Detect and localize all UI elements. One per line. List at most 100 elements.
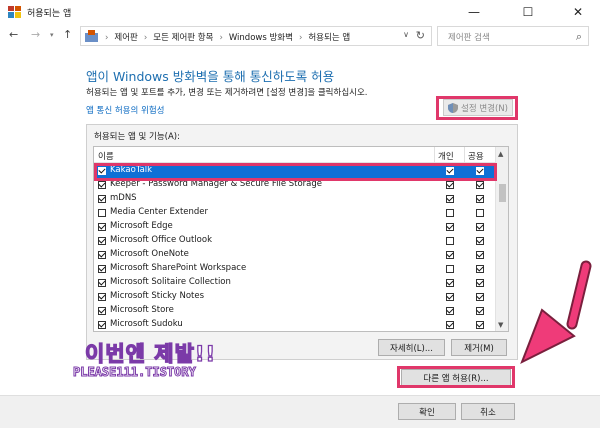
list-item[interactable]: Microsoft Sudoku bbox=[94, 318, 496, 331]
public-checkbox[interactable] bbox=[476, 307, 484, 315]
address-dropdown-icon[interactable]: ∨ bbox=[403, 30, 409, 39]
private-checkbox[interactable] bbox=[446, 181, 454, 189]
column-divider bbox=[464, 147, 465, 163]
pointer-arrow-icon bbox=[520, 260, 592, 365]
breadcrumb-separator: › bbox=[105, 33, 109, 43]
public-checkbox[interactable] bbox=[476, 237, 484, 245]
highlight-box bbox=[397, 366, 515, 388]
list-item[interactable]: Microsoft Store bbox=[94, 304, 496, 318]
column-divider bbox=[434, 147, 435, 163]
window-title: 허용되는 앱 bbox=[27, 9, 72, 19]
private-checkbox[interactable] bbox=[446, 307, 454, 315]
public-checkbox[interactable] bbox=[476, 251, 484, 259]
app-enabled-checkbox[interactable] bbox=[98, 265, 106, 273]
public-checkbox[interactable] bbox=[476, 293, 484, 301]
refresh-icon[interactable]: ↻ bbox=[416, 29, 425, 42]
minimize-button[interactable]: — bbox=[456, 0, 492, 24]
page-title: 앱이 Windows 방화벽을 통해 통신하도록 허용 bbox=[86, 69, 335, 84]
public-checkbox[interactable] bbox=[476, 223, 484, 231]
app-name: Microsoft Sudoku bbox=[110, 319, 183, 329]
highlight-box bbox=[436, 96, 518, 120]
list-item[interactable]: Microsoft Office Outlook bbox=[94, 234, 496, 248]
app-name: Microsoft SharePoint Workspace bbox=[110, 263, 247, 273]
public-checkbox[interactable] bbox=[476, 209, 484, 217]
highlight-box bbox=[94, 163, 497, 181]
maximize-button[interactable]: ☐ bbox=[510, 0, 546, 24]
public-checkbox[interactable] bbox=[476, 265, 484, 273]
private-checkbox[interactable] bbox=[446, 293, 454, 301]
app-enabled-checkbox[interactable] bbox=[98, 237, 106, 245]
search-input[interactable]: 제어판 검색 ⌕ bbox=[437, 26, 589, 46]
up-arrow-icon[interactable]: ↑ bbox=[63, 28, 72, 41]
overlay-caption: 이번엔 제발!! bbox=[84, 341, 217, 366]
public-checkbox[interactable] bbox=[476, 279, 484, 287]
column-header-public[interactable]: 공용 bbox=[468, 150, 484, 162]
private-checkbox[interactable] bbox=[446, 279, 454, 287]
list-item[interactable]: Microsoft SharePoint Workspace bbox=[94, 262, 496, 276]
column-header-name[interactable]: 이름 bbox=[98, 150, 114, 162]
app-enabled-checkbox[interactable] bbox=[98, 181, 106, 189]
breadcrumb-separator: › bbox=[143, 33, 148, 43]
app-enabled-checkbox[interactable] bbox=[98, 209, 106, 217]
breadcrumb-item[interactable]: 허용되는 앱 bbox=[308, 33, 350, 43]
app-name: Media Center Extender bbox=[110, 207, 209, 217]
breadcrumb-separator: › bbox=[219, 33, 223, 43]
breadcrumb-item[interactable]: Windows 방화벽 bbox=[229, 33, 293, 43]
control-panel-icon bbox=[85, 30, 98, 42]
private-checkbox[interactable] bbox=[446, 265, 454, 273]
app-name: Microsoft Solitaire Collection bbox=[110, 277, 231, 287]
list-item[interactable]: Microsoft Solitaire Collection bbox=[94, 276, 496, 290]
scroll-up-icon[interactable]: ▲ bbox=[498, 150, 503, 158]
app-name: mDNS bbox=[110, 193, 137, 203]
public-checkbox[interactable] bbox=[476, 195, 484, 203]
forward-arrow-icon[interactable]: → bbox=[31, 28, 40, 41]
search-icon: ⌕ bbox=[575, 30, 582, 43]
public-checkbox[interactable] bbox=[476, 321, 484, 329]
private-checkbox[interactable] bbox=[446, 223, 454, 231]
list-item[interactable]: Microsoft OneNote bbox=[94, 248, 496, 262]
page-description: 허용되는 앱 및 포트를 추가, 변경 또는 제거하려면 [설정 변경]을 클릭… bbox=[86, 88, 368, 98]
breadcrumb-item[interactable]: 제어판 bbox=[114, 33, 137, 43]
public-checkbox[interactable] bbox=[476, 181, 484, 189]
details-button[interactable]: 자세히(L)... bbox=[378, 339, 445, 356]
risk-info-link[interactable]: 앱 통신 허용의 위험성 bbox=[86, 104, 165, 116]
private-checkbox[interactable] bbox=[446, 209, 454, 217]
allowed-apps-label: 허용되는 앱 및 기능(A): bbox=[94, 132, 180, 142]
private-checkbox[interactable] bbox=[446, 195, 454, 203]
app-enabled-checkbox[interactable] bbox=[98, 279, 106, 287]
breadcrumb-separator: › bbox=[298, 33, 303, 43]
app-enabled-checkbox[interactable] bbox=[98, 223, 106, 231]
search-placeholder: 제어판 검색 bbox=[448, 33, 490, 43]
remove-button[interactable]: 제거(M) bbox=[451, 339, 507, 356]
list-item[interactable]: mDNS bbox=[94, 192, 496, 206]
ok-button[interactable]: 확인 bbox=[398, 403, 456, 420]
list-item[interactable]: Microsoft Edge bbox=[94, 220, 496, 234]
list-item[interactable]: Microsoft Sticky Notes bbox=[94, 290, 496, 304]
app-enabled-checkbox[interactable] bbox=[98, 321, 106, 329]
app-name: Microsoft OneNote bbox=[110, 249, 189, 259]
private-checkbox[interactable] bbox=[446, 321, 454, 329]
list-header: 이름 개인 공용 bbox=[94, 147, 496, 163]
private-checkbox[interactable] bbox=[446, 251, 454, 259]
close-button[interactable]: ✕ bbox=[560, 0, 596, 24]
column-header-private[interactable]: 개인 bbox=[438, 150, 454, 162]
app-name: Microsoft Store bbox=[110, 305, 174, 315]
overlay-watermark: PLEASE111.TISTORY bbox=[73, 365, 197, 380]
cancel-button[interactable]: 취소 bbox=[461, 403, 515, 420]
breadcrumb-item[interactable]: 모든 제어판 항목 bbox=[153, 33, 213, 43]
app-name: Microsoft Office Outlook bbox=[110, 235, 212, 245]
app-enabled-checkbox[interactable] bbox=[98, 251, 106, 259]
app-enabled-checkbox[interactable] bbox=[98, 293, 106, 301]
breadcrumb[interactable]: › 제어판 › 모든 제어판 항목 › Windows 방화벽 › 허용되는 앱 ∨ ↻ bbox=[80, 26, 432, 46]
scroll-thumb[interactable] bbox=[499, 184, 506, 202]
app-enabled-checkbox[interactable] bbox=[98, 195, 106, 203]
app-name: Microsoft Sticky Notes bbox=[110, 291, 205, 301]
app-name: Microsoft Edge bbox=[110, 221, 173, 231]
recent-dropdown-icon[interactable]: ▾ bbox=[50, 31, 54, 39]
back-arrow-icon[interactable]: ← bbox=[9, 28, 18, 41]
list-item[interactable]: Media Center Extender bbox=[94, 206, 496, 220]
private-checkbox[interactable] bbox=[446, 237, 454, 245]
app-enabled-checkbox[interactable] bbox=[98, 307, 106, 315]
title-bar: 허용되는 앱 — ☐ ✕ bbox=[0, 0, 600, 24]
firewall-app-icon bbox=[8, 6, 21, 18]
